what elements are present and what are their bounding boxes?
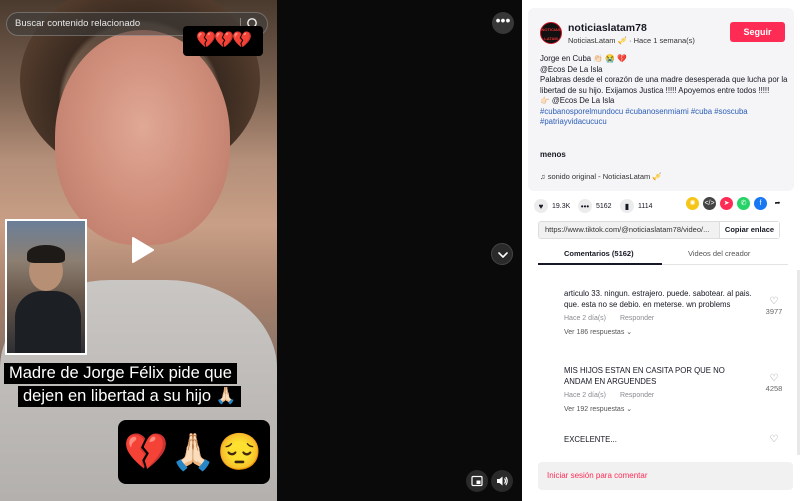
login-to-comment-button[interactable]: Iniciar sesión para comentar <box>538 462 793 490</box>
avatar[interactable]: NOTICIAS LATAM <box>540 22 562 44</box>
view-replies-label: Ver 186 respuestas <box>564 329 625 336</box>
less-button[interactable]: menos <box>540 150 566 159</box>
caption-line-1: Madre de Jorge Félix pide que <box>4 363 237 384</box>
comment-list: articulo 33. ningun. estrajero. puede. s… <box>522 280 800 455</box>
comment-item: MIS HIJOS ESTAN EN CASITA POR QUE NO AND… <box>564 365 792 413</box>
share-link-text[interactable]: https://www.tiktok.com/@noticiaslatam78/… <box>545 222 717 238</box>
chevron-down-icon <box>498 252 508 258</box>
post-card: NOTICIAS LATAM noticiaslatam78 NoticiasL… <box>528 8 794 191</box>
volume-button[interactable] <box>491 470 513 492</box>
video-player[interactable]: Buscar contenido relacionado 💔💔💔 Madre d… <box>0 0 522 501</box>
comment-like-count: 4258 <box>765 384 783 393</box>
copy-link-button[interactable]: Copiar enlace <box>719 222 779 238</box>
heart-outline-icon: ♡ <box>769 373 779 384</box>
search-placeholder: Buscar contenido relacionado <box>15 18 141 29</box>
picture-in-picture-button[interactable] <box>466 470 488 492</box>
tab-creator-videos[interactable]: Videos del creador <box>688 246 750 262</box>
send-icon[interactable]: ➤ <box>720 197 733 210</box>
sound-link[interactable]: ♫ sonido original - NoticiasLatam 🎺 <box>540 172 662 181</box>
side-panel: NOTICIAS LATAM noticiaslatam78 NoticiasL… <box>522 0 800 501</box>
desc-mention-2[interactable]: 👉🏻 @Ecos De La Isla <box>540 96 790 107</box>
comment-count: 5162 <box>596 202 612 210</box>
code-icon[interactable]: </> <box>703 197 716 210</box>
chevron-down-icon: ⌄ <box>626 329 633 336</box>
play-icon[interactable] <box>124 233 158 267</box>
share-arrow-icon[interactable]: ➦ <box>771 197 784 210</box>
follow-button[interactable]: Seguir <box>730 22 785 42</box>
comment-time: Hace 2 día(s) <box>564 392 607 399</box>
active-tab-indicator <box>538 263 662 265</box>
emoji-badge: 💔🙏🏻😔 <box>118 420 270 484</box>
video-caption: Madre de Jorge Félix pide que dejen en l… <box>4 363 270 409</box>
save-count: 1114 <box>638 202 653 210</box>
tab-comments[interactable]: Comentarios (5162) <box>564 246 634 262</box>
panel-tabs: Comentarios (5162) Videos del creador <box>538 246 788 265</box>
inset-photo-body <box>15 291 81 353</box>
video-subject-face <box>55 30 230 245</box>
caption-line-2: dejen en libertad a su hijo 🙏🏻 <box>18 386 242 407</box>
comment-item: articulo 33. ningun. estrajero. puede. s… <box>564 288 792 336</box>
comment-icon: ••• <box>578 199 592 213</box>
post-description: Jorge en Cuba 👏🏻 😭 💔 @Ecos De La Isla Pa… <box>540 54 790 128</box>
comment-like-button[interactable]: ♡ <box>764 434 784 445</box>
volume-icon <box>497 476 508 486</box>
reply-button[interactable]: Responder <box>620 392 654 399</box>
heart-outline-icon: ♡ <box>769 434 779 445</box>
view-replies-label: Ver 192 respuestas <box>564 406 625 413</box>
post-time: Hace 1 semana(s) <box>633 36 695 45</box>
comment-like-button[interactable]: ♡ 4258 <box>764 373 784 393</box>
comment-like-button[interactable]: ♡ 3977 <box>764 296 784 316</box>
desc-line-1: Jorge en Cuba 👏🏻 😭 💔 <box>540 54 627 63</box>
more-options-button[interactable]: ••• <box>492 12 514 34</box>
view-replies-button[interactable]: Ver 192 respuestas ⌄ <box>564 405 792 413</box>
reply-button[interactable]: Responder <box>620 315 654 322</box>
heart-icon: ♥ <box>534 199 548 213</box>
whatsapp-icon[interactable]: ✆ <box>737 197 750 210</box>
comment-stat[interactable]: ••• 5162 <box>578 197 612 215</box>
username[interactable]: noticiaslatam78 <box>568 22 647 34</box>
inset-photo <box>5 219 87 355</box>
comment-text: MIS HIJOS ESTAN EN CASITA POR QUE NO AND… <box>564 366 725 386</box>
comment-text: EXCELENTE... <box>564 435 617 444</box>
comment-like-count: 3977 <box>765 307 783 316</box>
like-count: 19.3K <box>552 202 571 210</box>
pip-icon <box>471 475 483 487</box>
comment-time: Hace 2 día(s) <box>564 315 607 322</box>
bookmark-icon: ▮ <box>620 199 634 213</box>
view-replies-button[interactable]: Ver 186 respuestas ⌄ <box>564 328 792 336</box>
comment-item: EXCELENTE... ♡ <box>564 434 792 445</box>
music-note-icon: ♫ <box>540 172 548 181</box>
facebook-icon[interactable]: f <box>754 197 767 210</box>
chevron-down-icon: ⌄ <box>626 406 633 413</box>
video-frame[interactable]: Buscar contenido relacionado 💔💔💔 Madre d… <box>0 0 277 501</box>
comment-text: articulo 33. ningun. estrajero. puede. s… <box>564 289 752 309</box>
comment-meta: Hace 2 día(s) Responder <box>564 315 792 322</box>
author-subline: NoticiasLatam 🎺 · Hace 1 semana(s) <box>568 36 695 45</box>
engagement-stats: ♥ 19.3K ••• 5162 ▮ 1114 ✺ </> ➤ ✆ f ➦ <box>534 197 794 215</box>
save-stat[interactable]: ▮ 1114 <box>620 197 653 215</box>
next-video-button[interactable] <box>491 243 513 265</box>
comment-meta: Hace 2 día(s) Responder <box>564 392 792 399</box>
share-link-box: https://www.tiktok.com/@noticiaslatam78/… <box>538 221 780 239</box>
heart-outline-icon: ♡ <box>769 296 779 307</box>
desc-body: Palabras desde el corazón de una madre d… <box>540 75 788 95</box>
sound-label: sonido original - NoticiasLatam 🎺 <box>547 172 662 181</box>
hashtags[interactable]: #cubanosporelmundocu #cubanosenmiami #cu… <box>540 107 790 128</box>
display-name: NoticiasLatam 🎺 <box>568 36 627 45</box>
inset-photo-hair <box>27 245 65 263</box>
like-stat[interactable]: ♥ 19.3K <box>534 197 570 215</box>
embed-icon[interactable]: ✺ <box>686 197 699 210</box>
desc-mention[interactable]: @Ecos De La Isla <box>540 65 790 76</box>
broken-hearts-badge: 💔💔💔 <box>183 26 263 56</box>
